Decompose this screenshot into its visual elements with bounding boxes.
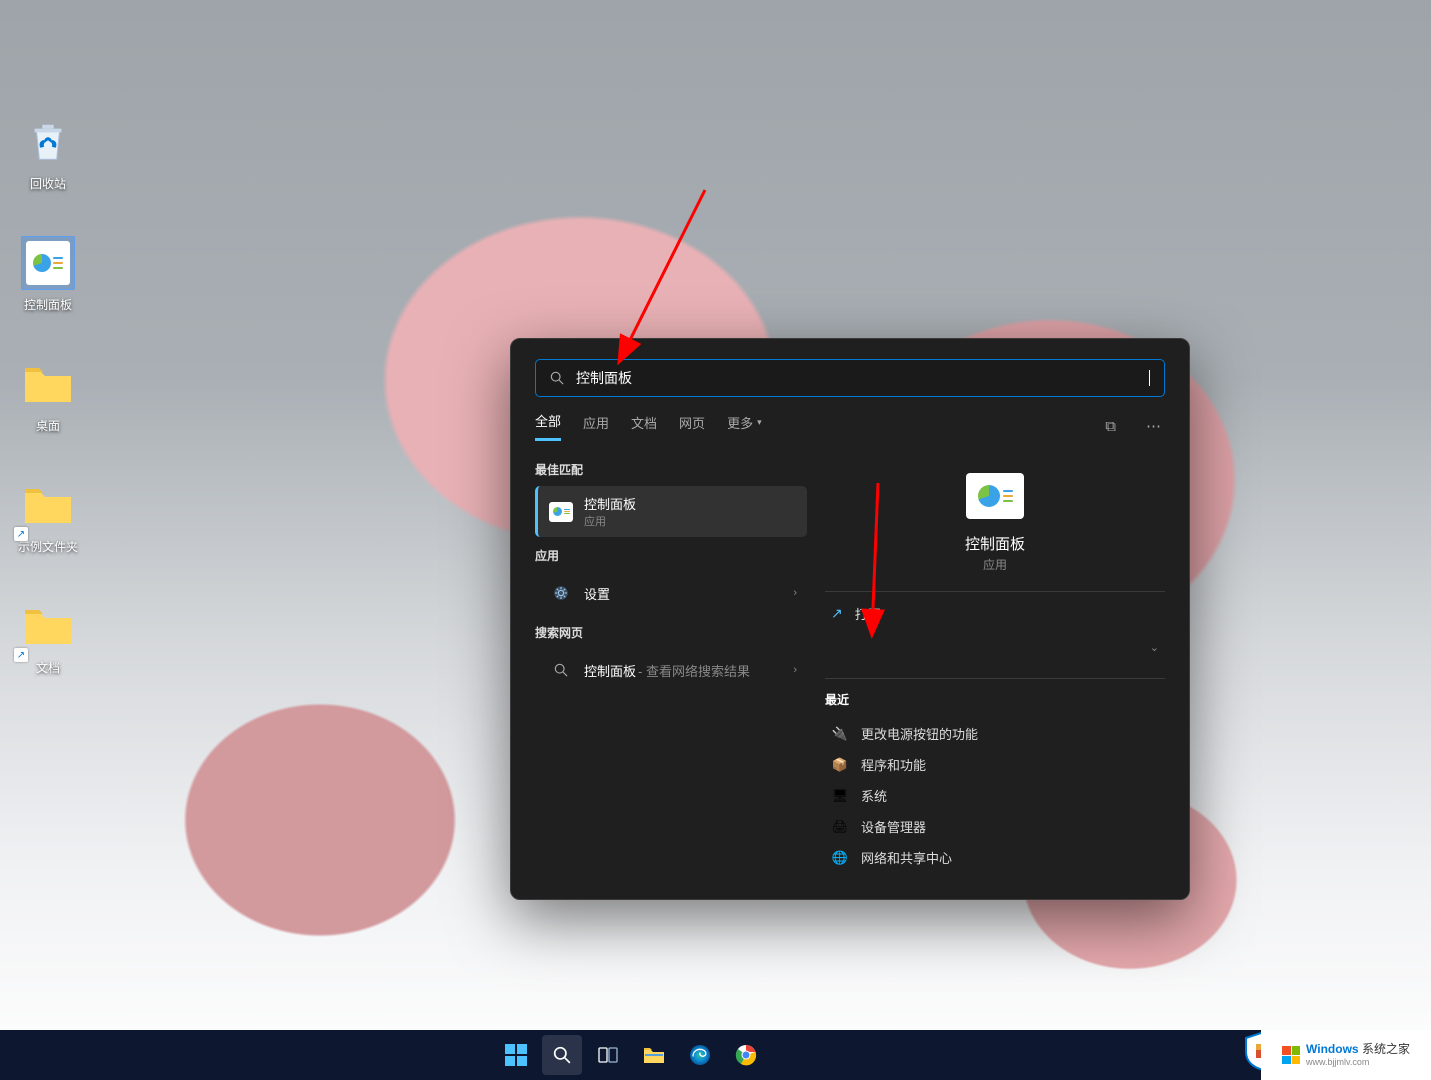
recent-label: 最近 bbox=[825, 691, 1165, 708]
desktop-icons-area: 回收站 控制面板 桌面 ↗ 示例文件夹 ↗ 文档 bbox=[0, 0, 120, 720]
action-expand[interactable]: ⌄ bbox=[825, 635, 1165, 660]
divider bbox=[825, 678, 1165, 679]
desktop-icon-label: 回收站 bbox=[30, 175, 66, 192]
taskbar-edge-icon[interactable] bbox=[680, 1035, 720, 1075]
taskbar-chrome-icon[interactable] bbox=[726, 1035, 766, 1075]
search-input[interactable] bbox=[576, 370, 1146, 386]
result-web-search[interactable]: 控制面板 - 查看网络搜索结果 › bbox=[535, 649, 807, 691]
desktop-icon-control-panel[interactable]: 控制面板 bbox=[8, 236, 88, 313]
recent-device-manager[interactable]: 🖨 设备管理器 bbox=[825, 811, 1165, 842]
search-box[interactable] bbox=[535, 359, 1165, 397]
desktop-icon-label: 桌面 bbox=[36, 417, 60, 434]
result-subtitle: 应用 bbox=[584, 513, 636, 529]
search-icon bbox=[550, 371, 564, 385]
search-icon bbox=[548, 657, 574, 683]
preview-title: 控制面板 bbox=[965, 533, 1025, 554]
preview-subtitle: 应用 bbox=[983, 556, 1007, 573]
recent-item-label: 更改电源按钮的功能 bbox=[861, 724, 978, 743]
taskbar-taskview-icon[interactable] bbox=[588, 1035, 628, 1075]
recent-network-sharing[interactable]: 🌐 网络和共享中心 bbox=[825, 842, 1165, 873]
desktop-icon-recycle-bin[interactable]: 回收站 bbox=[8, 115, 88, 192]
recent-power-options[interactable]: 🔌 更改电源按钮的功能 bbox=[825, 718, 1165, 749]
tab-more-label: 更多 bbox=[727, 413, 753, 432]
result-title: 控制面板 bbox=[584, 661, 636, 680]
text-caret bbox=[1149, 370, 1150, 386]
shortcut-overlay-icon: ↗ bbox=[14, 648, 28, 662]
recent-item-label: 设备管理器 bbox=[861, 817, 926, 836]
desktop-icon-label: 控制面板 bbox=[24, 296, 72, 313]
power-icon: 🔌 bbox=[831, 725, 849, 743]
results-column: 最佳匹配 控制面板 应用 应用 设置 › 搜索网页 控制面板 - 查看网络搜索结… bbox=[511, 441, 807, 895]
section-apps: 应用 bbox=[535, 547, 807, 564]
desktop-icon-label: 文档 bbox=[36, 659, 60, 676]
windows-logo-icon bbox=[1282, 1046, 1300, 1064]
gear-icon bbox=[548, 580, 574, 606]
device-manager-icon: 🖨 bbox=[831, 818, 849, 836]
watermark-url: www.bjjmlv.com bbox=[1306, 1057, 1410, 1068]
search-panel: 全部 应用 文档 网页 更多 ▾ ⧉ ⋯ 最佳匹配 控制面板 应用 应用 设置 › bbox=[510, 338, 1190, 900]
recent-system[interactable]: 🖥 系统 bbox=[825, 780, 1165, 811]
start-button[interactable] bbox=[496, 1035, 536, 1075]
more-options-icon[interactable]: ⋯ bbox=[1142, 413, 1165, 439]
desktop-icon-folder-desktop[interactable]: 桌面 bbox=[8, 357, 88, 434]
open-icon: ↗ bbox=[831, 605, 843, 622]
result-title: 控制面板 bbox=[584, 494, 636, 513]
result-subtitle: - 查看网络搜索结果 bbox=[638, 661, 750, 680]
watermark-title: Windows 系统之家 bbox=[1306, 1042, 1410, 1056]
chevron-right-icon: › bbox=[793, 664, 797, 676]
section-search-web: 搜索网页 bbox=[535, 624, 807, 641]
desktop-icon-folder-sample[interactable]: ↗ 示例文件夹 bbox=[8, 478, 88, 555]
control-panel-icon bbox=[21, 236, 75, 290]
recent-item-label: 系统 bbox=[861, 786, 887, 805]
section-best-match: 最佳匹配 bbox=[535, 461, 807, 478]
system-icon: 🖥 bbox=[831, 787, 849, 805]
taskbar bbox=[0, 1030, 1261, 1080]
tab-more[interactable]: 更多 ▾ bbox=[727, 413, 762, 440]
control-panel-icon bbox=[966, 473, 1024, 519]
action-open[interactable]: ↗ 打开 bbox=[825, 592, 1165, 635]
recent-programs-features[interactable]: 📦 程序和功能 bbox=[825, 749, 1165, 780]
folder-icon bbox=[21, 478, 75, 532]
preview-column: 控制面板 应用 ↗ 打开 ⌄ 最近 🔌更改电源按钮的功能 📦程序和功能 🖥系统 … bbox=[807, 441, 1189, 895]
desktop-icon-folder-documents[interactable]: ↗ 文档 bbox=[8, 599, 88, 676]
taskbar-search-icon[interactable] bbox=[542, 1035, 582, 1075]
control-panel-icon bbox=[548, 499, 574, 525]
recycle-bin-icon bbox=[21, 115, 75, 169]
chevron-down-icon: ▾ bbox=[757, 417, 762, 428]
tab-apps[interactable]: 应用 bbox=[583, 413, 609, 440]
chevron-down-icon: ⌄ bbox=[1150, 641, 1159, 654]
network-icon: 🌐 bbox=[831, 849, 849, 867]
folder-icon bbox=[21, 357, 75, 411]
recent-item-label: 网络和共享中心 bbox=[861, 848, 952, 867]
tab-web[interactable]: 网页 bbox=[679, 413, 705, 440]
app-link-icon[interactable]: ⧉ bbox=[1101, 414, 1120, 439]
recent-item-label: 程序和功能 bbox=[861, 755, 926, 774]
result-control-panel[interactable]: 控制面板 应用 bbox=[535, 486, 807, 537]
result-settings[interactable]: 设置 › bbox=[535, 572, 807, 614]
result-title: 设置 bbox=[584, 584, 610, 603]
tab-documents[interactable]: 文档 bbox=[631, 413, 657, 440]
folder-icon bbox=[21, 599, 75, 653]
action-label: 打开 bbox=[855, 604, 1159, 623]
tab-all[interactable]: 全部 bbox=[535, 411, 561, 441]
taskbar-explorer-icon[interactable] bbox=[634, 1035, 674, 1075]
shortcut-overlay-icon: ↗ bbox=[14, 527, 28, 541]
chevron-right-icon: › bbox=[793, 587, 797, 599]
programs-icon: 📦 bbox=[831, 756, 849, 774]
search-tabs: 全部 应用 文档 网页 更多 ▾ ⧉ ⋯ bbox=[511, 397, 1189, 441]
watermark: Windows 系统之家 www.bjjmlv.com bbox=[1261, 1030, 1431, 1080]
